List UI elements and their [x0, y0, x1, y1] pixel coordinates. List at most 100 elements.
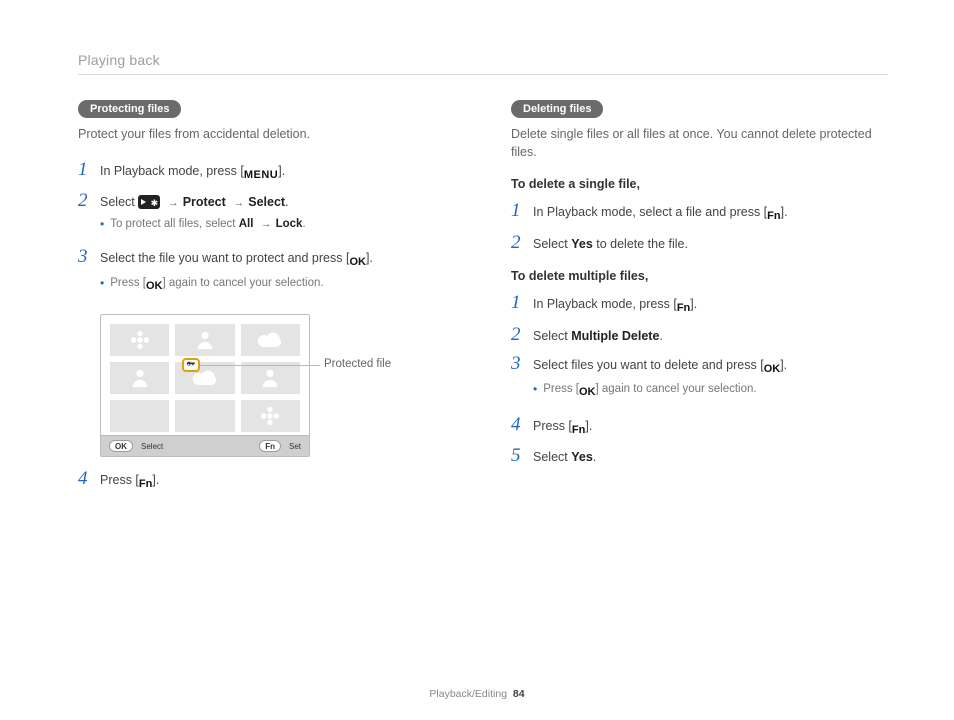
step-number: 2 [78, 191, 100, 210]
thumbnail-footer: OK Select Fn Set [101, 435, 309, 456]
callout-line [200, 365, 320, 366]
fn-icon: Fn [767, 208, 780, 225]
step: 1 In Playback mode, press [Fn]. [511, 293, 888, 317]
thumb-cell [238, 321, 303, 359]
footer-section: Playback/Editing [429, 688, 507, 700]
step-strong: Multiple Delete [571, 329, 659, 343]
sub-bullets: • Press [OK] again to cancel your select… [100, 275, 373, 295]
step-text: ]. [690, 297, 697, 311]
step-body: Select →Protect →Select. • To protect al… [100, 191, 306, 239]
arrow-icon: → [229, 197, 248, 209]
step: 5 Select Yes. [511, 446, 888, 467]
step-number: 4 [78, 469, 100, 488]
ok-icon: OK [764, 361, 781, 378]
page-footer: Playback/Editing 84 [0, 688, 954, 700]
step: 1 In Playback mode, press [MENU]. [78, 160, 455, 184]
step-text: ]. [152, 473, 159, 487]
step-text: Select [533, 237, 571, 251]
step-body: In Playback mode, press [MENU]. [100, 160, 285, 184]
step-number: 2 [511, 233, 533, 252]
bullet-span: To protect all files, select [110, 218, 238, 230]
step-text: In Playback mode, press [ [100, 164, 244, 178]
step: 1 In Playback mode, select a file and pr… [511, 201, 888, 225]
step-number: 3 [78, 247, 100, 266]
thumbnail-figure: OK Select Fn Set Protected file [100, 314, 455, 457]
step-text: Select [100, 195, 138, 209]
intro-protecting: Protect your files from accidental delet… [78, 126, 455, 144]
arrow-icon: → [164, 197, 183, 209]
ok-icon: OK [146, 278, 163, 295]
bullet-text: Press [OK] again to cancel your selectio… [110, 275, 323, 295]
step: 2 Select →Protect →Select. • To protect … [78, 191, 455, 239]
step-text: ]. [366, 251, 373, 265]
subhead-single: To delete a single file, [511, 177, 888, 191]
step-text: Select files you want to delete and pres… [533, 358, 764, 372]
bullet-strong: All [239, 218, 254, 230]
step-text: . [659, 329, 662, 343]
step: 4 Press [Fn]. [78, 469, 455, 493]
step-number: 1 [78, 160, 100, 179]
step-text: Select [533, 329, 571, 343]
bullet-text: To protect all files, select All →Lock. [110, 216, 305, 233]
step-text: ]. [781, 205, 788, 219]
step-text: ]. [780, 358, 787, 372]
person-icon [128, 367, 152, 389]
step-body: In Playback mode, select a file and pres… [533, 201, 788, 225]
step-number: 1 [511, 293, 533, 312]
fn-icon: Fn [572, 422, 585, 439]
bullet: • Press [OK] again to cancel your select… [100, 275, 373, 295]
thumbnail-panel: OK Select Fn Set [100, 314, 310, 457]
step-number: 2 [511, 325, 533, 344]
cloud-icon [255, 331, 285, 349]
thumb-cell [172, 321, 237, 359]
step-body: Press [Fn]. [533, 415, 592, 439]
page: Playing back Protecting files Protect yo… [0, 0, 954, 720]
thumb-cell [107, 359, 172, 397]
key-icon [186, 360, 196, 370]
bullet-span: Press [ [543, 383, 579, 395]
intro-deleting: Delete single files or all files at once… [511, 126, 888, 161]
step-number: 5 [511, 446, 533, 465]
thumbnail-grid [101, 315, 309, 435]
bullet: • To protect all files, select All →Lock… [100, 216, 306, 233]
step-text: to delete the file. [593, 237, 688, 251]
footer-ok-label: Select [141, 442, 163, 451]
footer-fn-key: Fn [259, 440, 281, 452]
step-body: Press [Fn]. [100, 469, 159, 493]
step-text: Select the file you want to protect and … [100, 251, 349, 265]
bullet-dot-icon: • [533, 381, 537, 398]
step-strong: Select [248, 195, 285, 209]
column-left: Protecting files Protect your files from… [78, 99, 455, 501]
flower-icon [129, 329, 151, 351]
bullet-text: Press [OK] again to cancel your selectio… [543, 381, 756, 401]
bullet-dot-icon: • [100, 216, 104, 233]
fn-icon: Fn [139, 476, 152, 493]
step-text: Select [533, 450, 571, 464]
step-text: ]. [278, 164, 285, 178]
page-header: Playing back [78, 52, 888, 75]
footer-page-number: 84 [513, 688, 525, 700]
thumb-cell [107, 321, 172, 359]
bullet: • Press [OK] again to cancel your select… [533, 381, 787, 401]
person-icon [193, 329, 217, 351]
bullet-strong: Lock [276, 218, 303, 230]
step: 2 Select Yes to delete the file. [511, 233, 888, 254]
steps-protecting-cont: 4 Press [Fn]. [78, 469, 455, 493]
content-columns: Protecting files Protect your files from… [78, 99, 888, 501]
step-strong: Yes [571, 237, 593, 251]
step-strong: Protect [183, 195, 226, 209]
step-text: ]. [585, 419, 592, 433]
flower-icon [259, 405, 281, 427]
bullet-span: ] again to cancel your selection. [596, 383, 757, 395]
footer-fn-label: Set [289, 442, 301, 451]
sub-bullets: • To protect all files, select All →Lock… [100, 216, 306, 233]
steps-protecting: 1 In Playback mode, press [MENU]. 2 Sele… [78, 160, 455, 301]
column-right: Deleting files Delete single files or al… [511, 99, 888, 501]
step-body: Select Multiple Delete. [533, 325, 663, 346]
step-number: 4 [511, 415, 533, 434]
step-text: Press [ [533, 419, 572, 433]
step: 3 Select the file you want to protect an… [78, 247, 455, 300]
step-number: 1 [511, 201, 533, 220]
protect-marker [182, 358, 200, 372]
video-settings-icon [138, 195, 160, 209]
